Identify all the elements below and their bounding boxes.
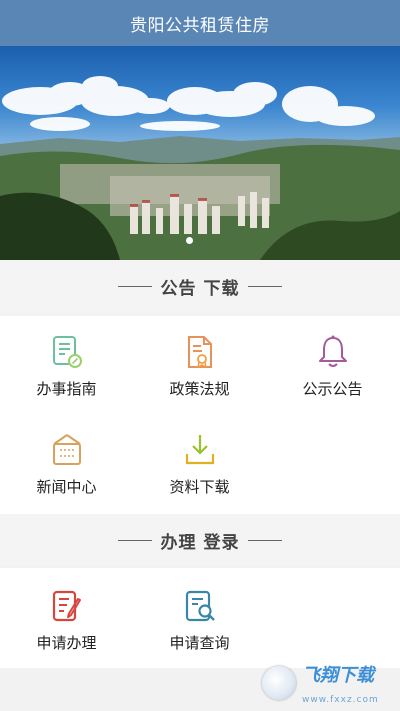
- download-button[interactable]: 资料下载: [133, 432, 266, 497]
- section-title-text: 办理 登录: [160, 532, 240, 553]
- policy-icon: [187, 336, 212, 369]
- guide-button[interactable]: 办事指南: [0, 334, 133, 399]
- services-panel: 申请办理 申请查询: [0, 568, 400, 668]
- notice-button[interactable]: 公示公告: [266, 334, 399, 399]
- app-header: 贵阳公共租赁住房: [0, 0, 400, 46]
- watermark: 飞翔下载 www.fxxz.com: [262, 662, 394, 705]
- download-label: 资料下载: [169, 478, 230, 496]
- query-icon: [185, 590, 215, 622]
- news-icon: [52, 434, 81, 465]
- query-button[interactable]: 申请查询: [133, 588, 266, 653]
- apply-label: 申请办理: [36, 634, 97, 652]
- announcements-panel: 办事指南 政策法规 公示公告 新闻中心 资料下载: [0, 316, 400, 514]
- watermark-main-text: 飞翔下载: [302, 664, 374, 686]
- watermark-url-text: www.fxxz.com: [302, 694, 379, 705]
- page-title: 贵阳公共租赁住房: [130, 15, 270, 36]
- divider-line: [248, 285, 283, 287]
- carousel-indicator-dot[interactable]: [186, 237, 193, 244]
- section-title-announcements: 公告 下载: [0, 260, 400, 312]
- policy-button[interactable]: 政策法规: [133, 334, 266, 399]
- divider-line: [117, 539, 152, 541]
- download-icon: [185, 435, 214, 465]
- watermark-logo-icon: [262, 666, 296, 700]
- news-button[interactable]: 新闻中心: [0, 432, 133, 497]
- guide-label: 办事指南: [36, 380, 97, 398]
- divider-line: [117, 285, 152, 287]
- query-label: 申请查询: [169, 634, 230, 652]
- policy-label: 政策法规: [169, 380, 230, 398]
- apply-icon: [52, 590, 81, 622]
- guide-icon: [52, 336, 82, 368]
- section-title-text: 公告 下载: [160, 278, 240, 299]
- bell-icon: [318, 335, 347, 367]
- section-title-services: 办理 登录: [0, 514, 400, 566]
- notice-label: 公示公告: [302, 380, 363, 398]
- news-label: 新闻中心: [36, 478, 97, 496]
- divider-line: [248, 539, 283, 541]
- apply-button[interactable]: 申请办理: [0, 588, 133, 653]
- city-landscape-image: [0, 76, 400, 260]
- banner-carousel[interactable]: [0, 46, 400, 260]
